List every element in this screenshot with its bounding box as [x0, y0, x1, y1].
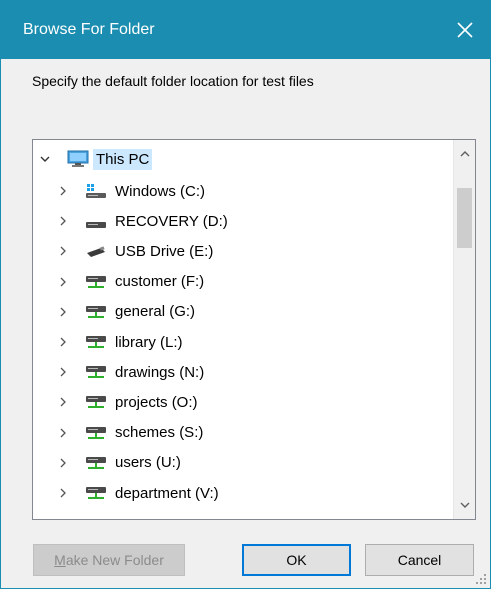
- make-new-folder-button[interactable]: Make New Folder: [33, 544, 185, 576]
- monitor-icon: [67, 150, 89, 168]
- tree-item-drive[interactable]: USB Drive (E:): [55, 236, 213, 266]
- chevron-up-icon: [460, 151, 469, 157]
- network-drive-icon: [85, 393, 107, 411]
- tree-item-label: users (U:): [115, 454, 181, 472]
- chevron-right-icon[interactable]: [55, 274, 71, 290]
- tree-item-drive[interactable]: projects (O:): [55, 387, 198, 417]
- close-button[interactable]: [440, 1, 490, 59]
- tree-item-drive[interactable]: department (V:): [55, 478, 219, 508]
- network-drive-icon: [85, 424, 107, 442]
- title-bar: Browse For Folder: [1, 1, 490, 59]
- chevron-right-icon[interactable]: [55, 304, 71, 320]
- tree-item-label: This PC: [93, 148, 153, 170]
- window-title: Browse For Folder: [23, 21, 155, 38]
- tree-item-label: drawings (N:): [115, 363, 205, 381]
- chevron-right-icon[interactable]: [55, 394, 71, 410]
- tree-item-drive[interactable]: library (L:): [55, 327, 183, 357]
- tree-item-label: USB Drive (E:): [115, 242, 214, 260]
- chevron-right-icon[interactable]: [55, 334, 71, 350]
- tree-item-label: library (L:): [115, 333, 183, 351]
- tree-item-label: general (G:): [115, 303, 196, 321]
- tree-item-this-pc[interactable]: This PC: [37, 144, 153, 174]
- tree-item-drive[interactable]: RECOVERY (D:): [55, 206, 228, 236]
- drive-icon: [85, 212, 107, 230]
- network-drive-icon: [85, 454, 107, 472]
- make-new-folder-label: ake New Folder: [65, 552, 164, 568]
- network-drive-icon: [85, 333, 107, 351]
- chevron-right-icon[interactable]: [55, 364, 71, 380]
- tree-item-drive[interactable]: users (U:): [55, 448, 181, 478]
- vertical-scrollbar[interactable]: [453, 140, 475, 519]
- tree-item-drive[interactable]: drawings (N:): [55, 357, 204, 387]
- tree-item-drive[interactable]: schemes (S:): [55, 418, 203, 448]
- cancel-button[interactable]: Cancel: [365, 544, 474, 576]
- chevron-right-icon[interactable]: [55, 485, 71, 501]
- tree-item-label: schemes (S:): [115, 424, 204, 442]
- tree-item-label: department (V:): [115, 484, 219, 502]
- tree-item-label: RECOVERY (D:): [115, 212, 228, 230]
- ok-button[interactable]: OK: [242, 544, 351, 576]
- tree-item-drive[interactable]: customer (F:): [55, 267, 204, 297]
- network-drive-icon: [85, 363, 107, 381]
- tree-item-label: customer (F:): [115, 273, 205, 291]
- chevron-right-icon[interactable]: [55, 213, 71, 229]
- scroll-up-button[interactable]: [454, 140, 475, 168]
- chevron-right-icon[interactable]: [55, 243, 71, 259]
- resize-grip-icon[interactable]: [475, 573, 487, 585]
- scroll-down-button[interactable]: [454, 491, 475, 519]
- scroll-thumb[interactable]: [457, 188, 472, 248]
- usb-drive-icon: [85, 242, 107, 260]
- browse-for-folder-dialog: Browse For Folder Specify the default fo…: [0, 0, 491, 589]
- tree-item-label: projects (O:): [115, 393, 198, 411]
- chevron-down-icon[interactable]: [37, 151, 53, 167]
- network-drive-icon: [85, 303, 107, 321]
- close-icon: [457, 22, 473, 38]
- chevron-right-icon[interactable]: [55, 425, 71, 441]
- network-drive-icon: [85, 273, 107, 291]
- tree-item-drive[interactable]: general (G:): [55, 297, 195, 327]
- folder-tree[interactable]: This PC Windows (C:) RECOVERY (D:) USB Dri…: [32, 139, 476, 520]
- network-drive-icon: [85, 484, 107, 502]
- prompt-text: Specify the default folder location for …: [32, 73, 314, 89]
- chevron-right-icon[interactable]: [55, 455, 71, 471]
- make-new-folder-accelerator: M: [54, 552, 66, 568]
- tree-item-drive[interactable]: Windows (C:): [55, 176, 205, 206]
- tree-item-label: Windows (C:): [115, 182, 206, 200]
- chevron-right-icon[interactable]: [55, 183, 71, 199]
- windows-drive-icon: [85, 182, 107, 200]
- chevron-down-icon: [460, 502, 469, 508]
